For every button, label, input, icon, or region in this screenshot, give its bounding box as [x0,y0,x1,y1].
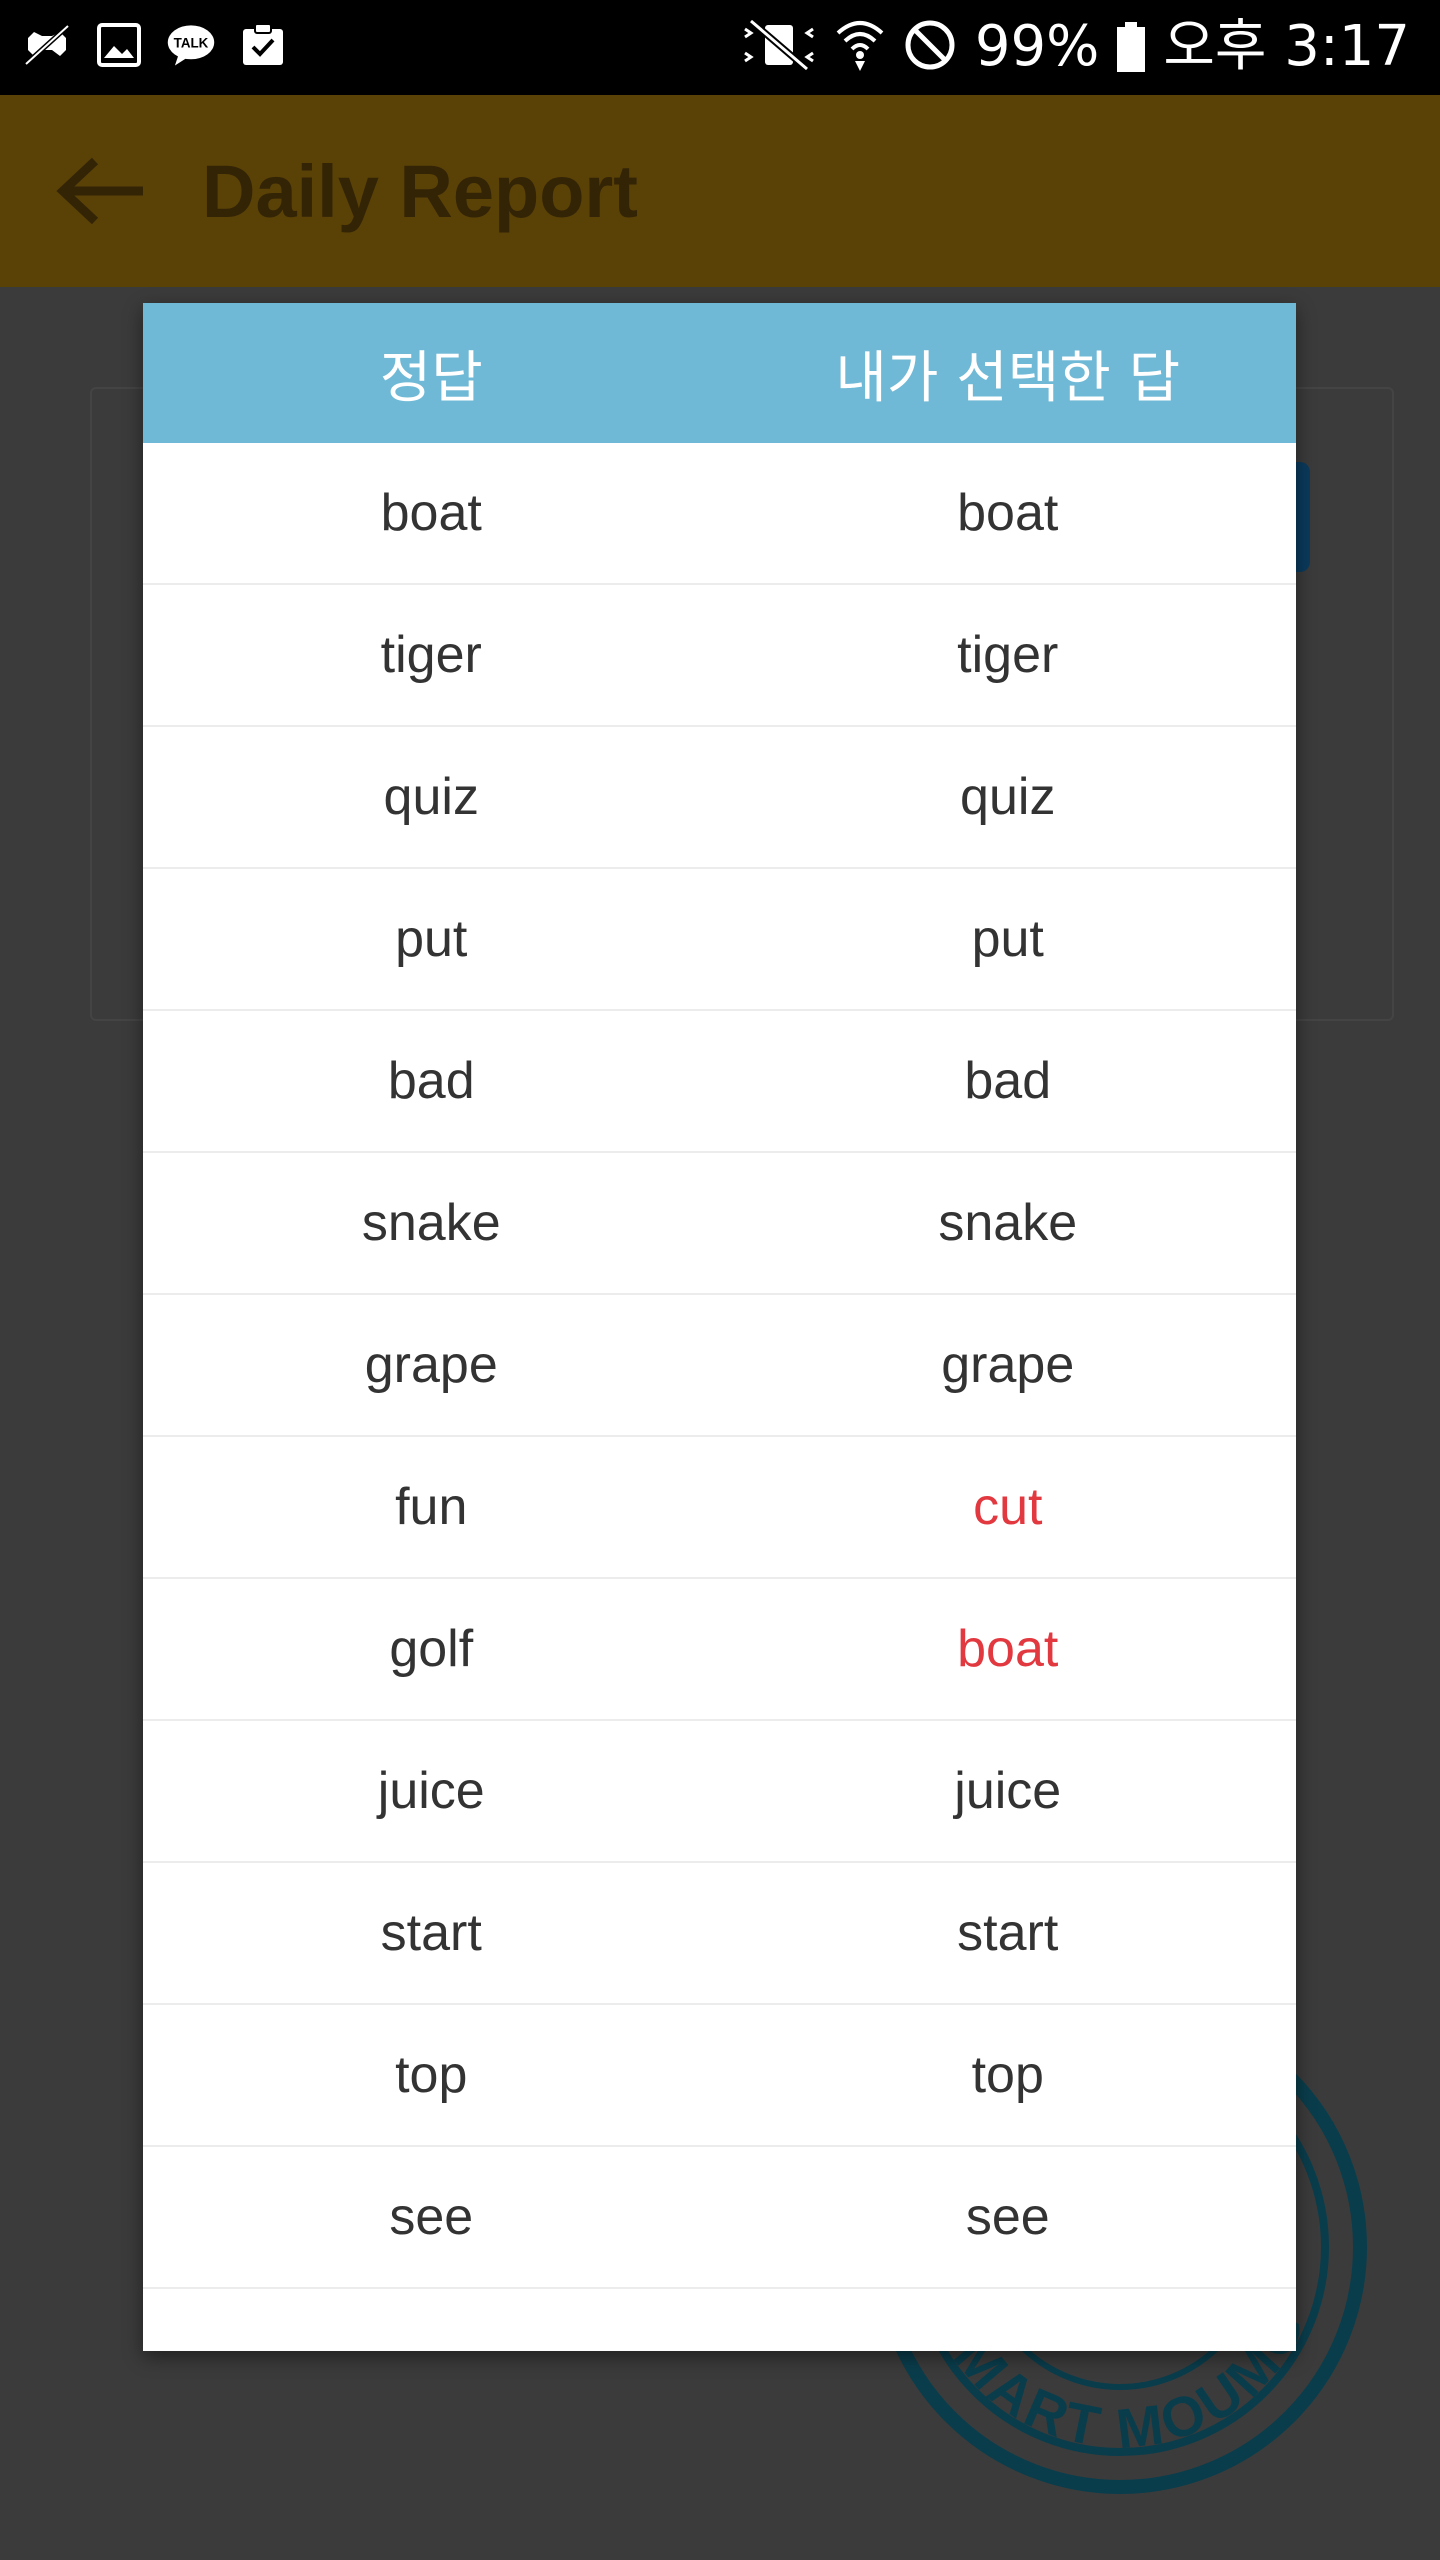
selected-answer-cell: bad [964,1052,1052,1110]
table-row: put put [143,869,1296,1011]
clipboard-icon [238,20,288,70]
status-bar: TALK 99% 오후 3:17 [0,0,1440,95]
game-icon [22,20,72,70]
battery-percent: 99% [974,14,1100,79]
correct-answer-cell: fun [395,1478,468,1536]
table-row: bad bad [143,1011,1296,1153]
page-title: Daily Report [202,150,638,233]
dialog-header: 정답 내가 선택한 답 [143,303,1296,443]
correct-answer-cell: start [380,1904,482,1962]
table-row: top top [143,2005,1296,2147]
correct-answer-cell: juice [377,1762,485,1820]
correct-answer-cell: put [395,910,468,968]
table-row: boat boat [143,443,1296,585]
answer-list[interactable]: boat boat tiger tiger quiz quiz put put bad bad sn… [143,443,1296,2289]
selected-answer-cell: start [957,1904,1059,1962]
selected-answer-cell: juice [954,1762,1062,1820]
table-row: juice juice [143,1721,1296,1863]
selected-answer-cell: put [971,910,1044,968]
header-selected-answer: 내가 선택한 답 [835,345,1181,411]
table-row: start start [143,1863,1296,2005]
selected-answer-cell: grape [941,1336,1075,1394]
table-row: fun cut [143,1437,1296,1579]
status-left-icons: TALK [22,20,288,70]
talk-icon: TALK [166,20,216,70]
correct-answer-cell: grape [364,1336,498,1394]
correct-answer-cell: boat [380,484,482,542]
status-right-icons: 99% 오후 3:17 [741,14,1410,80]
selected-answer-cell: quiz [960,768,1056,826]
selected-answer-cell: tiger [957,626,1059,684]
mute-vibrate-icon [741,17,817,78]
table-row: quiz quiz [143,727,1296,869]
table-row: grape grape [143,1295,1296,1437]
table-row: golf boat [143,1579,1296,1721]
correct-answer-cell: golf [389,1620,474,1678]
wifi-icon [835,17,885,78]
answer-dialog: 정답 내가 선택한 답 boat boat tiger tiger quiz quiz pu… [143,303,1296,2351]
correct-answer-cell: quiz [383,768,479,826]
correct-answer-cell: see [389,2188,474,2246]
clock: 오후 3:17 [1163,14,1410,79]
app-bar: Daily Report [0,95,1440,287]
correct-answer-cell: snake [361,1194,501,1252]
correct-answer-cell: top [395,2046,468,2104]
selected-answer-cell: snake [938,1194,1078,1252]
battery-icon [1117,22,1146,72]
table-row: see see [143,2147,1296,2289]
image-icon [94,20,144,70]
selected-answer-cell: boat [957,1620,1059,1678]
selected-answer-cell: cut [973,1478,1043,1536]
arrow-left-icon[interactable] [55,155,147,227]
table-row: tiger tiger [143,585,1296,727]
talk-icon-label: TALK [174,36,209,51]
block-icon [903,18,957,77]
correct-answer-cell: bad [387,1052,475,1110]
header-correct-answer: 정답 [379,345,483,411]
table-row: snake snake [143,1153,1296,1295]
selected-answer-cell: see [965,2188,1050,2246]
selected-answer-cell: top [971,2046,1044,2104]
correct-answer-cell: tiger [380,626,482,684]
selected-answer-cell: boat [957,484,1059,542]
